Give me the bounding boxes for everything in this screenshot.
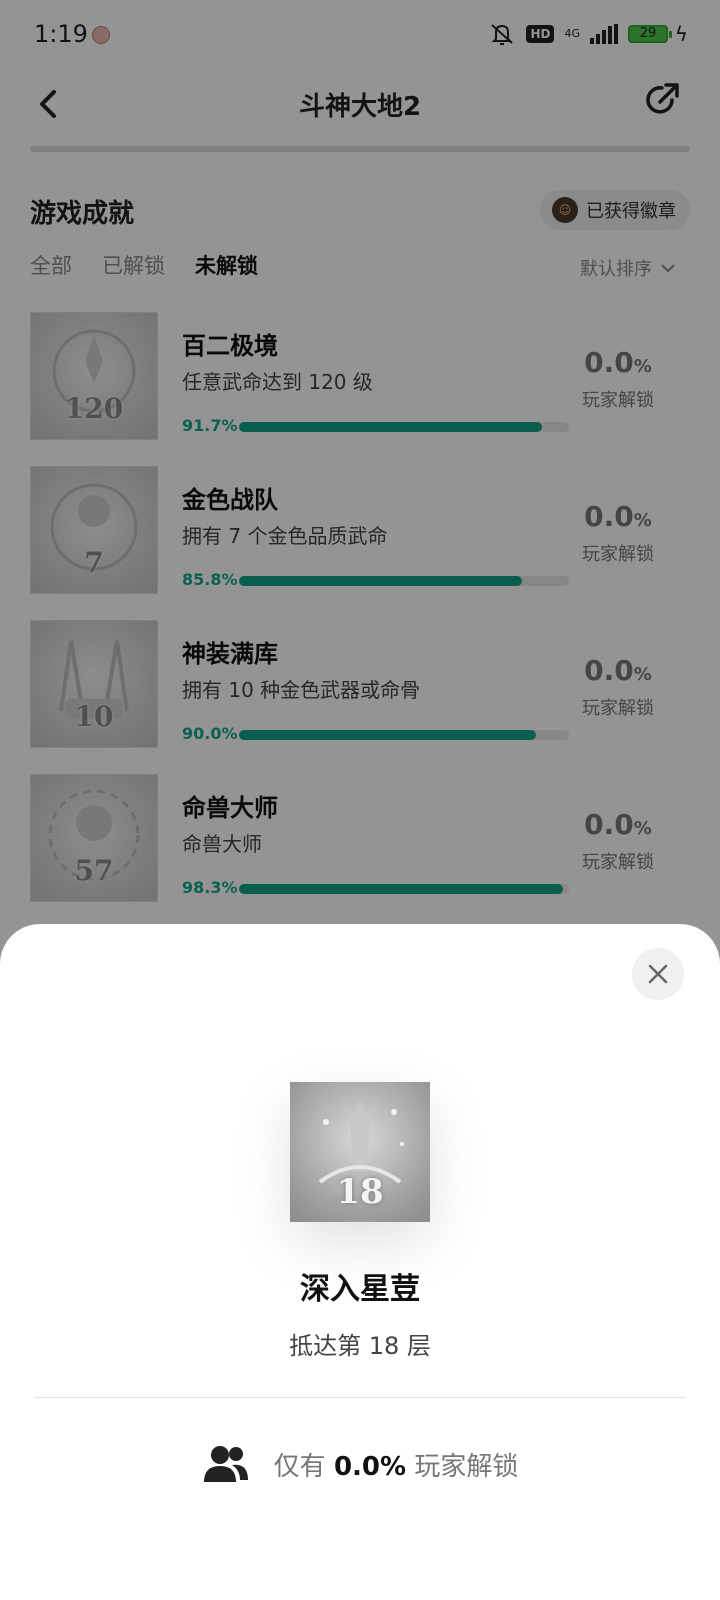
close-icon <box>648 964 668 984</box>
achievement-detail-sheet: 18 深入星荳 抵达第 18 层 仅有 0.0% 玩家解锁 <box>0 924 720 1600</box>
detail-achievement-name: 深入星荳 <box>300 1272 420 1307</box>
detail-achievement-desc: 抵达第 18 层 <box>289 1332 431 1360</box>
unlock-stat-text: 仅有 0.0% 玩家解锁 <box>274 1446 519 1483</box>
detail-badge-number: 18 <box>336 1172 384 1212</box>
unlock-stat-value: 0.0% <box>333 1451 407 1482</box>
unlock-stat-prefix: 仅有 <box>273 1451 326 1482</box>
detail-unlock-stat: 仅有 0.0% 玩家解锁 <box>0 1444 720 1484</box>
close-button[interactable] <box>632 948 684 1000</box>
users-icon <box>203 1446 248 1482</box>
achievement-detail-image: 18 <box>290 1082 430 1222</box>
sheet-divider <box>34 1397 686 1398</box>
unlock-stat-suffix: 玩家解锁 <box>414 1451 519 1482</box>
